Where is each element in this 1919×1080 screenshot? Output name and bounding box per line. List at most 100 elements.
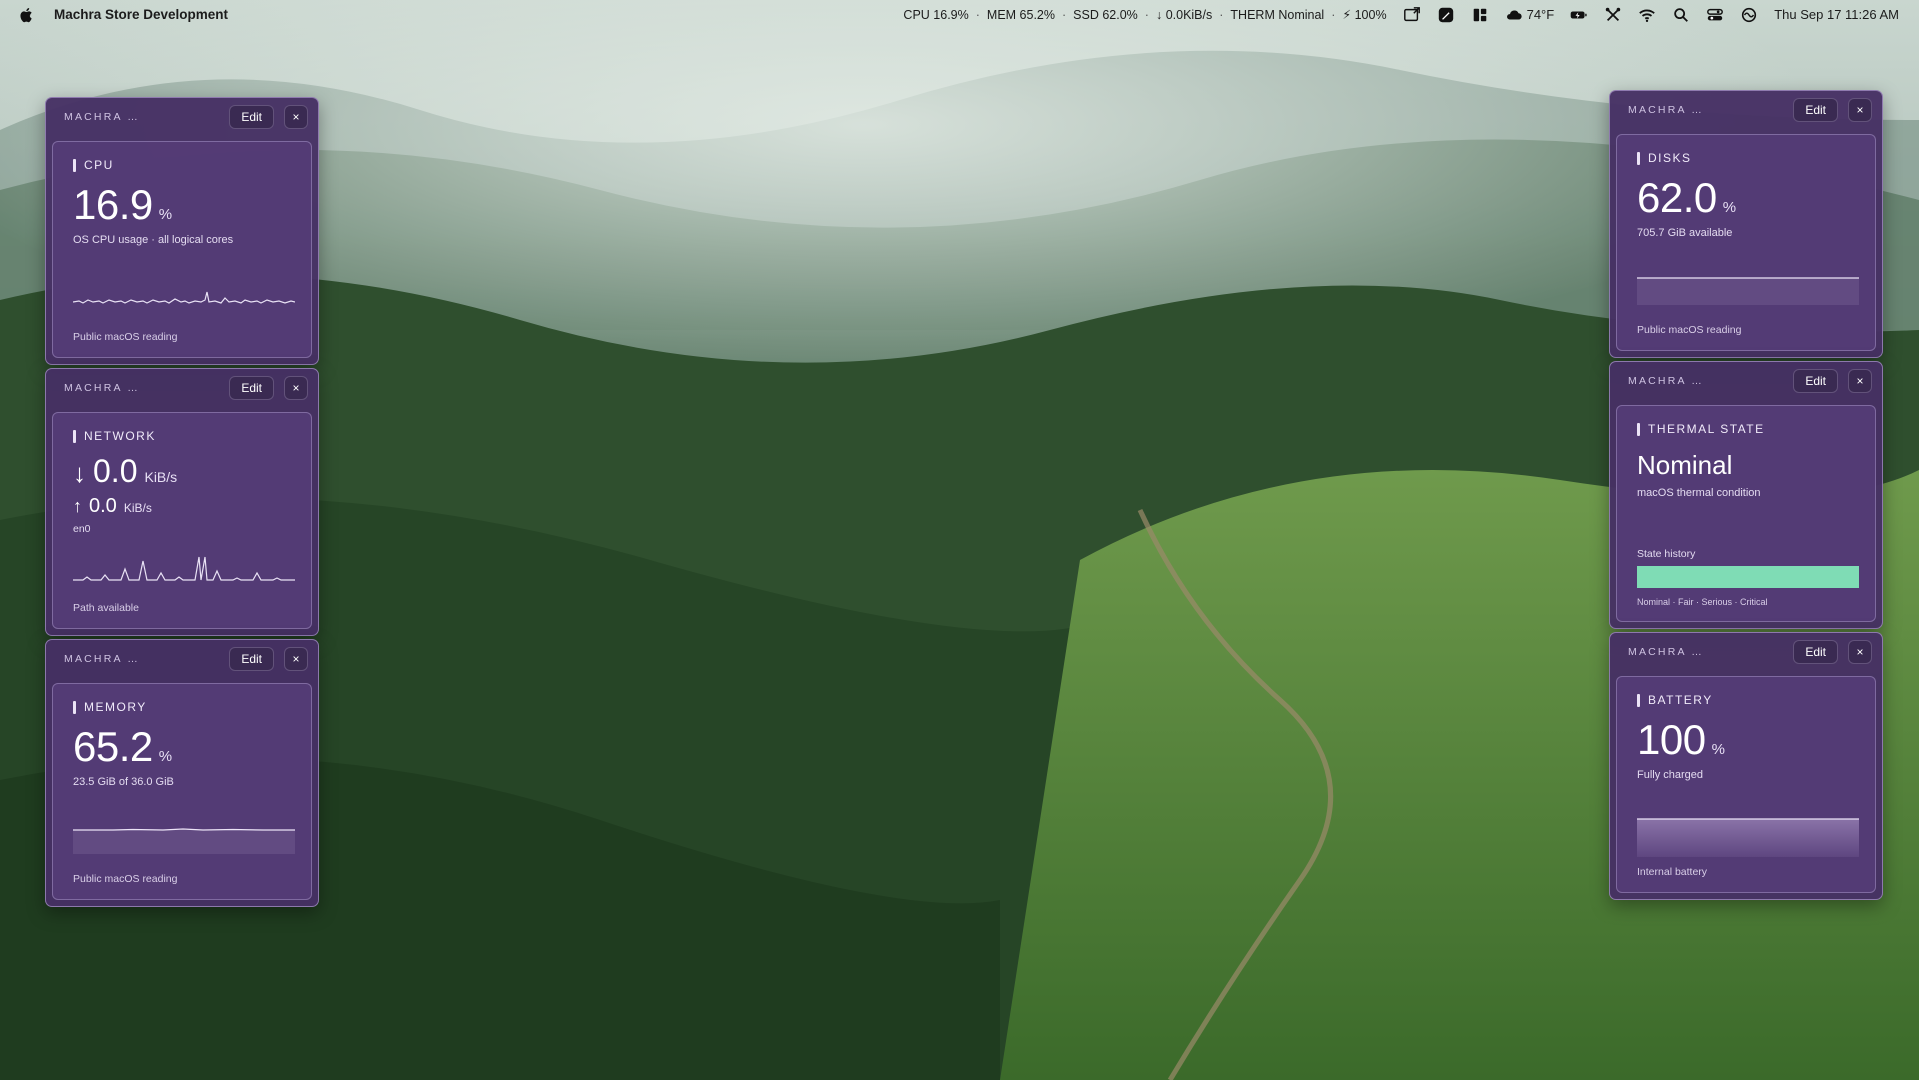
network-up-row: ↑ 0.0 KiB/s — [73, 491, 293, 521]
network-up-value: 0.0 — [89, 495, 117, 517]
edit-button[interactable]: Edit — [1793, 98, 1838, 122]
thermal-subtext: macOS thermal condition — [1637, 487, 1761, 499]
disks-footnote: Public macOS reading — [1637, 324, 1742, 336]
battery-sparkline — [1637, 818, 1859, 857]
label-accent-bar — [73, 429, 76, 443]
siri-icon[interactable] — [1740, 6, 1758, 24]
close-button[interactable]: × — [1848, 98, 1872, 122]
widget-header[interactable]: MACHRA STORE DEVE... Edit × — [46, 98, 318, 136]
battery-charging-icon[interactable] — [1570, 6, 1588, 24]
weather-temp: 74°F — [1526, 7, 1555, 22]
label-accent-bar — [73, 158, 76, 172]
cpu-sparkline — [73, 291, 295, 304]
memory-footnote: Public macOS reading — [73, 873, 178, 885]
search-icon[interactable] — [1672, 6, 1690, 24]
edit-button[interactable]: Edit — [229, 647, 274, 671]
network-down-unit: KiB/s — [144, 469, 178, 485]
widget-header[interactable]: MACHRA STORE DEVE... Edit × — [1610, 633, 1882, 671]
grid-app-icon[interactable] — [1471, 6, 1489, 24]
disks-subtext: 705.7 GiB available — [1637, 227, 1733, 239]
network-sparkline — [73, 556, 295, 581]
section-label: CPU — [73, 158, 293, 172]
edit-button[interactable]: Edit — [1793, 640, 1838, 664]
control-center-icon[interactable] — [1706, 6, 1724, 24]
disks-value: 62.0 — [1637, 174, 1717, 221]
app-name[interactable]: Machra Store Development — [54, 7, 228, 22]
cpu-label: CPU — [84, 158, 114, 172]
memory-value: 65.2 — [73, 723, 153, 770]
battery-value: 100 — [1637, 716, 1706, 763]
network-up-unit: KiB/s — [123, 501, 152, 515]
widget-header[interactable]: MACHRA STORE DEVE... Edit × — [46, 640, 318, 678]
memory-card: MEMORY 65.2 % 23.5 GiB of 36.0 GiB Publi… — [52, 683, 312, 900]
memory-unit: % — [158, 748, 173, 765]
cpu-value: 16.9 — [73, 181, 153, 228]
edit-button[interactable]: Edit — [229, 376, 274, 400]
widget-header[interactable]: MACHRA STORE DEVE... Edit × — [1610, 362, 1882, 400]
cpu-unit: % — [158, 206, 173, 223]
tools-icon[interactable] — [1604, 6, 1622, 24]
weather-status[interactable]: 74°F — [1505, 6, 1555, 24]
close-button[interactable]: × — [1848, 369, 1872, 393]
widget-title: MACHRA STORE DEVE... — [1628, 375, 1711, 387]
disks-label: DISKS — [1648, 151, 1692, 165]
separator: · — [1062, 7, 1067, 22]
up-arrow-icon: ↑ — [73, 496, 82, 516]
cpu-widget[interactable]: MACHRA STORE DEVE... Edit × CPU 16.9 % O… — [45, 97, 319, 365]
disks-value-row: 62.0 % — [1637, 175, 1857, 221]
close-button[interactable]: × — [284, 647, 308, 671]
widget-title: MACHRA STORE DEVE... — [64, 111, 147, 123]
widget-header[interactable]: MACHRA STORE DEVE... Edit × — [1610, 91, 1882, 129]
widget-title: MACHRA STORE DEVE... — [64, 653, 147, 665]
memory-value-row: 65.2 % — [73, 724, 293, 770]
down-arrow-icon: ↓ — [73, 458, 86, 488]
menubar-clock[interactable]: Thu Sep 17 11:26 AM — [1774, 7, 1899, 22]
wifi-icon[interactable] — [1638, 6, 1656, 24]
network-widget[interactable]: MACHRA STORE DEVE... Edit × NETWORK ↓ 0.… — [45, 368, 319, 636]
memory-label: MEMORY — [84, 700, 147, 714]
cpu-footnote: Public macOS reading — [73, 331, 178, 343]
edit-button[interactable]: Edit — [1793, 369, 1838, 393]
menubar-stat-therm: THERM Nominal — [1230, 7, 1325, 22]
section-label: THERMAL STATE — [1637, 422, 1857, 436]
battery-value-row: 100 % — [1637, 717, 1857, 763]
network-footnote: Path available — [73, 602, 139, 614]
pen-app-icon[interactable] — [1437, 6, 1455, 24]
menu-bar: Machra Store Development CPU 16.9% · MEM… — [0, 0, 1919, 29]
close-button[interactable]: × — [284, 376, 308, 400]
widget-header[interactable]: MACHRA STORE DEVE... Edit × — [46, 369, 318, 407]
label-accent-bar — [1637, 151, 1640, 165]
close-button[interactable]: × — [284, 105, 308, 129]
cloud-icon — [1505, 6, 1523, 24]
label-accent-bar — [1637, 693, 1640, 707]
menubar-stat-net: ↓ 0.0KiB/s — [1155, 7, 1213, 22]
disks-unit: % — [1722, 199, 1737, 216]
battery-card: BATTERY 100 % Fully charged Internal bat… — [1616, 676, 1876, 893]
separator: · — [1144, 7, 1149, 22]
memory-widget[interactable]: MACHRA STORE DEVE... Edit × MEMORY 65.2 … — [45, 639, 319, 907]
state-legend: Nominal · Fair · Serious · Critical — [1637, 597, 1768, 607]
menubar-stat-ssd: SSD 62.0% — [1073, 7, 1138, 22]
battery-footnote: Internal battery — [1637, 866, 1708, 878]
network-interface: en0 — [73, 523, 91, 535]
battery-unit: % — [1711, 741, 1725, 758]
battery-widget[interactable]: MACHRA STORE DEVE... Edit × BATTERY 100 … — [1609, 632, 1883, 900]
memory-subtext: 23.5 GiB of 36.0 GiB — [73, 776, 174, 788]
thermal-widget[interactable]: MACHRA STORE DEVE... Edit × THERMAL STAT… — [1609, 361, 1883, 629]
screen-share-icon[interactable] — [1403, 6, 1421, 24]
state-history-label: State history — [1637, 548, 1696, 560]
cpu-card: CPU 16.9 % OS CPU usage · all logical co… — [52, 141, 312, 358]
menubar-stats[interactable]: CPU 16.9% · MEM 65.2% · SSD 62.0% · ↓ 0.… — [903, 7, 1386, 23]
menubar-stat-cpu: CPU 16.9% — [903, 7, 969, 22]
edit-button[interactable]: Edit — [229, 105, 274, 129]
disks-widget[interactable]: MACHRA STORE DEVE... Edit × DISKS 62.0 %… — [1609, 90, 1883, 358]
thermal-label: THERMAL STATE — [1648, 422, 1765, 436]
separator: · — [1219, 7, 1224, 22]
network-down-value: 0.0 — [93, 453, 138, 489]
section-label: NETWORK — [73, 429, 293, 443]
apple-icon[interactable] — [18, 6, 36, 24]
close-button[interactable]: × — [1848, 640, 1872, 664]
label-accent-bar — [1637, 422, 1640, 436]
state-history-bar — [1637, 566, 1859, 588]
cpu-value-row: 16.9 % — [73, 182, 293, 228]
